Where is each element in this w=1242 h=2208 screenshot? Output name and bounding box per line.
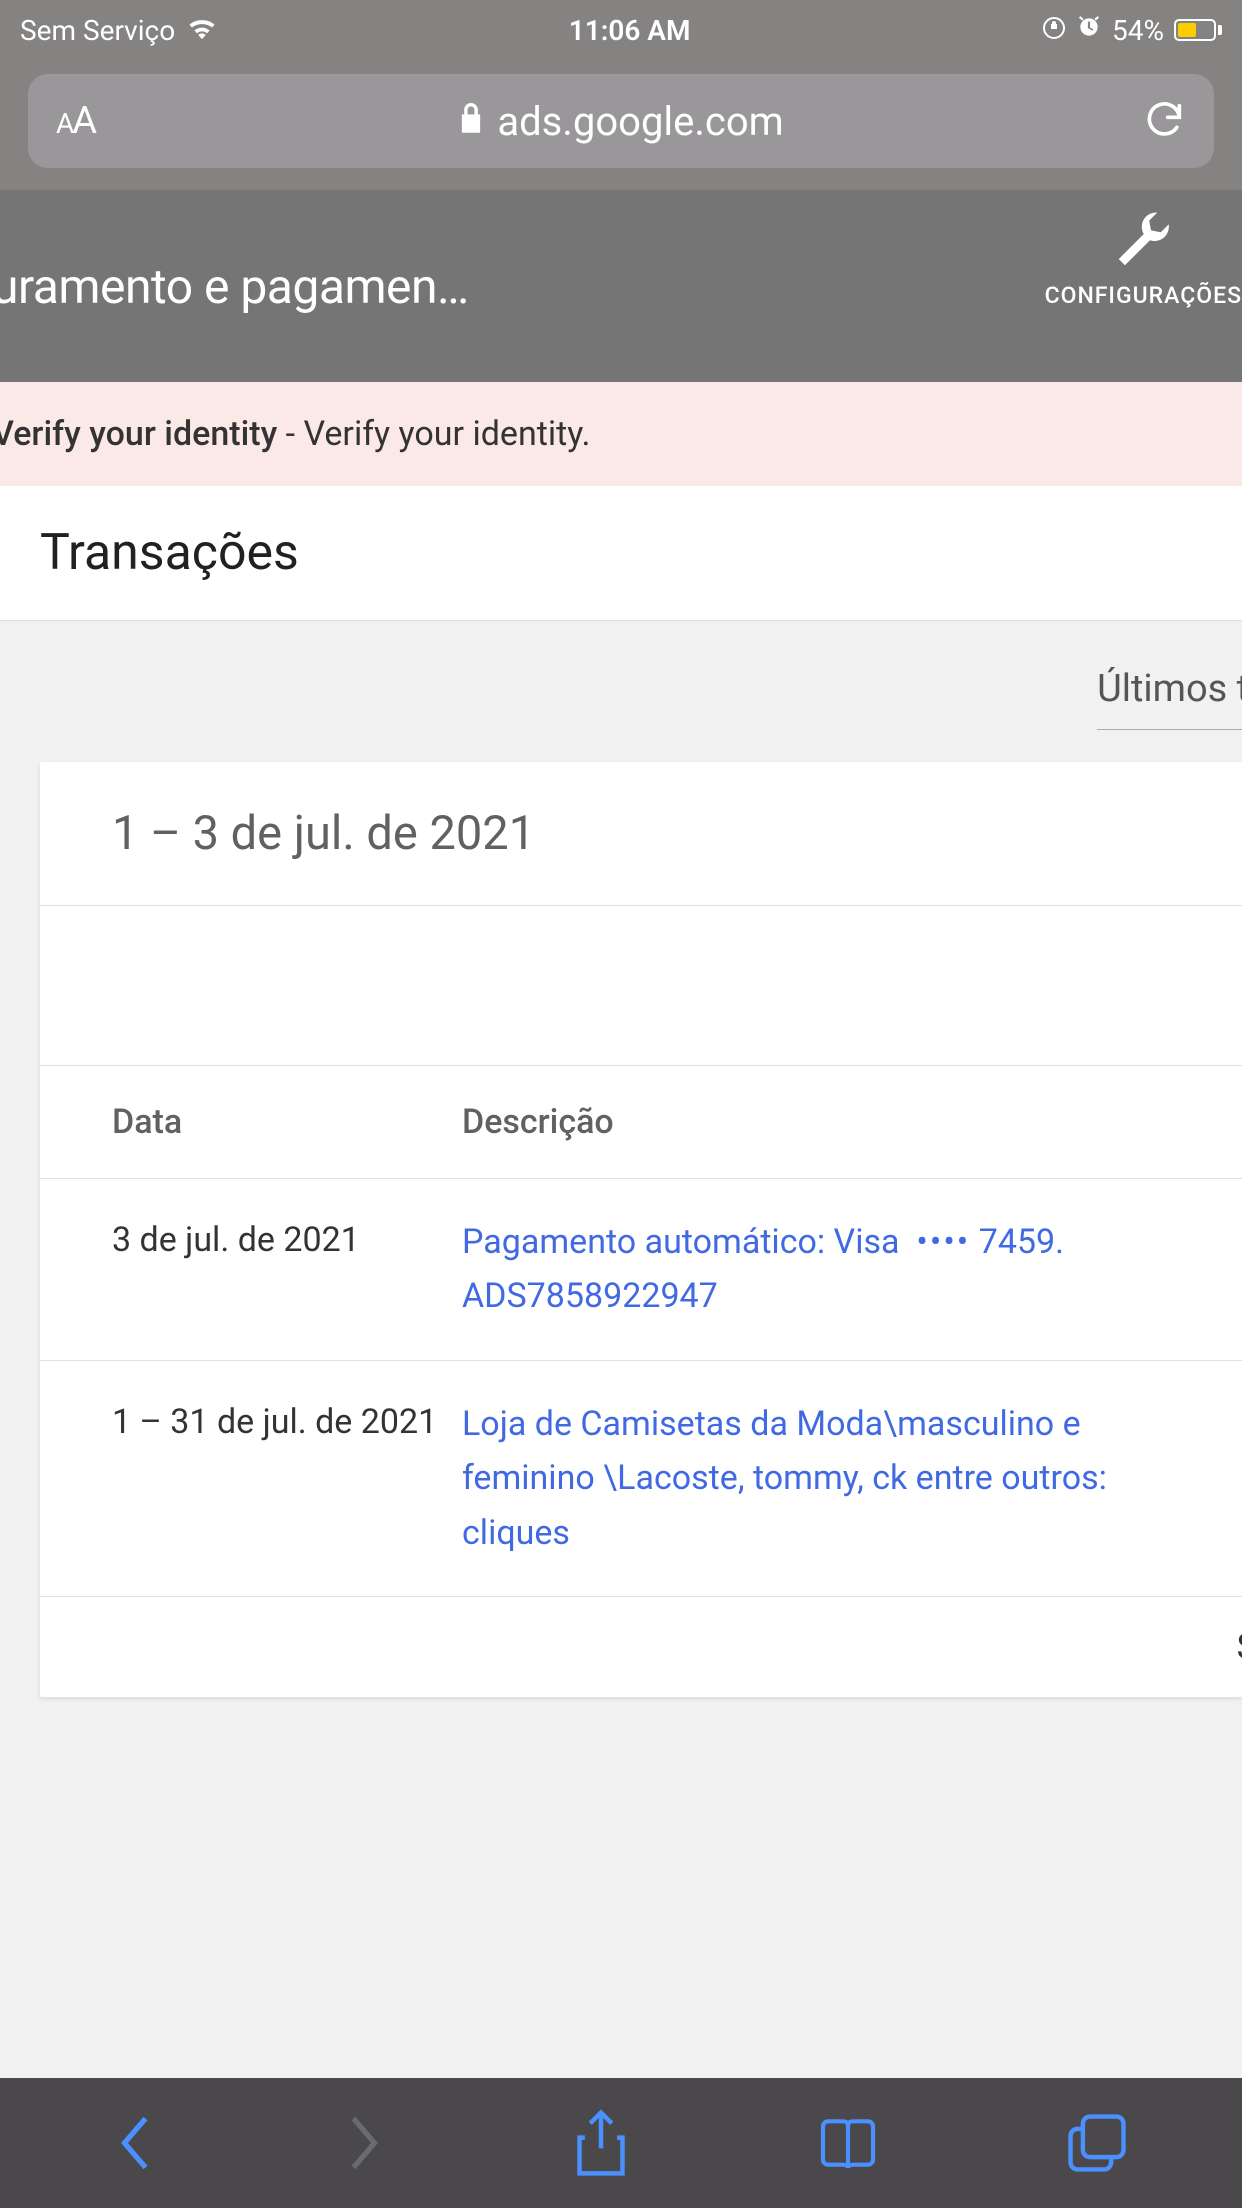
tabs-button[interactable] xyxy=(1067,2113,1127,2173)
url-bar-container: AA ads.google.com xyxy=(0,60,1242,190)
lock-icon xyxy=(457,98,485,145)
url-bar[interactable]: AA ads.google.com xyxy=(28,74,1214,168)
summary-text: S xyxy=(1237,1626,1242,1668)
alarm-icon xyxy=(1076,14,1102,47)
date-range-header: 1 – 3 de jul. de 2021 xyxy=(40,762,1242,906)
reload-icon[interactable] xyxy=(1146,97,1186,145)
battery-percent: 54% xyxy=(1112,14,1164,47)
battery-icon xyxy=(1174,19,1222,41)
cell-description[interactable]: Loja de Camisetas da Moda\masculino e fe… xyxy=(462,1397,1170,1560)
filter-row: Últimos tr xyxy=(0,621,1242,762)
date-filter-dropdown[interactable]: Últimos tr xyxy=(1097,667,1242,730)
orientation-lock-icon xyxy=(1042,14,1066,47)
status-time: 11:06 AM xyxy=(569,14,691,47)
bookmarks-button[interactable] xyxy=(818,2115,878,2171)
content-area: 1 – 3 de jul. de 2021 Data Descrição 3 d… xyxy=(0,762,1242,1697)
cell-description[interactable]: Pagamento automático: Visa •••• 7459. AD… xyxy=(462,1215,1170,1324)
safari-toolbar xyxy=(0,2078,1242,2208)
settings-label: CONFIGURAÇÕES xyxy=(1045,282,1242,309)
summary-row: S xyxy=(40,1597,1242,1697)
text-size-button[interactable]: AA xyxy=(56,99,95,143)
table-row: 1 – 31 de jul. de 2021 Loja de Camisetas… xyxy=(40,1361,1242,1597)
verify-identity-alert[interactable]: Verify your identity - Verify your ident… xyxy=(0,382,1242,486)
share-button[interactable] xyxy=(574,2109,628,2177)
campaign-link[interactable]: Loja de Camisetas da Moda\masculino e fe… xyxy=(462,1404,1107,1553)
back-button[interactable] xyxy=(115,2115,155,2171)
date-range-text: 1 – 3 de jul. de 2021 xyxy=(112,806,1170,861)
column-header-date: Data xyxy=(112,1102,462,1142)
table-row: 3 de jul. de 2021 Pagamento automático: … xyxy=(40,1179,1242,1361)
column-header-description: Descrição xyxy=(462,1102,1170,1142)
cell-date: 3 de jul. de 2021 xyxy=(112,1215,462,1266)
wifi-icon xyxy=(187,14,217,47)
status-bar: Sem Serviço 11:06 AM 54% xyxy=(0,0,1242,60)
settings-button[interactable]: CONFIGURAÇÕES xyxy=(1045,210,1242,309)
payment-link[interactable]: Pagamento automático: Visa •••• 7459. AD… xyxy=(462,1222,1064,1316)
status-left: Sem Serviço xyxy=(20,14,217,47)
carrier-text: Sem Serviço xyxy=(20,14,175,47)
section-header: Transações xyxy=(0,486,1242,621)
section-title: Transações xyxy=(40,524,1202,582)
page-header: uramento e pagamen… CONFIGURAÇÕES xyxy=(0,190,1242,382)
alert-text: - Verify your identity. xyxy=(277,414,590,454)
forward-button xyxy=(344,2115,384,2171)
url-display[interactable]: ads.google.com xyxy=(95,98,1146,145)
url-text: ads.google.com xyxy=(497,98,783,145)
status-right: 54% xyxy=(1042,14,1222,47)
page-title: uramento e pagamen… xyxy=(0,258,469,315)
wrench-icon xyxy=(1112,210,1174,272)
cell-date: 1 – 31 de jul. de 2021 xyxy=(112,1397,462,1448)
table-header-row: Data Descrição xyxy=(40,1066,1242,1179)
alert-title: Verify your identity xyxy=(0,414,277,454)
spacer-row xyxy=(40,906,1242,1066)
transactions-card: 1 – 3 de jul. de 2021 Data Descrição 3 d… xyxy=(40,762,1242,1697)
